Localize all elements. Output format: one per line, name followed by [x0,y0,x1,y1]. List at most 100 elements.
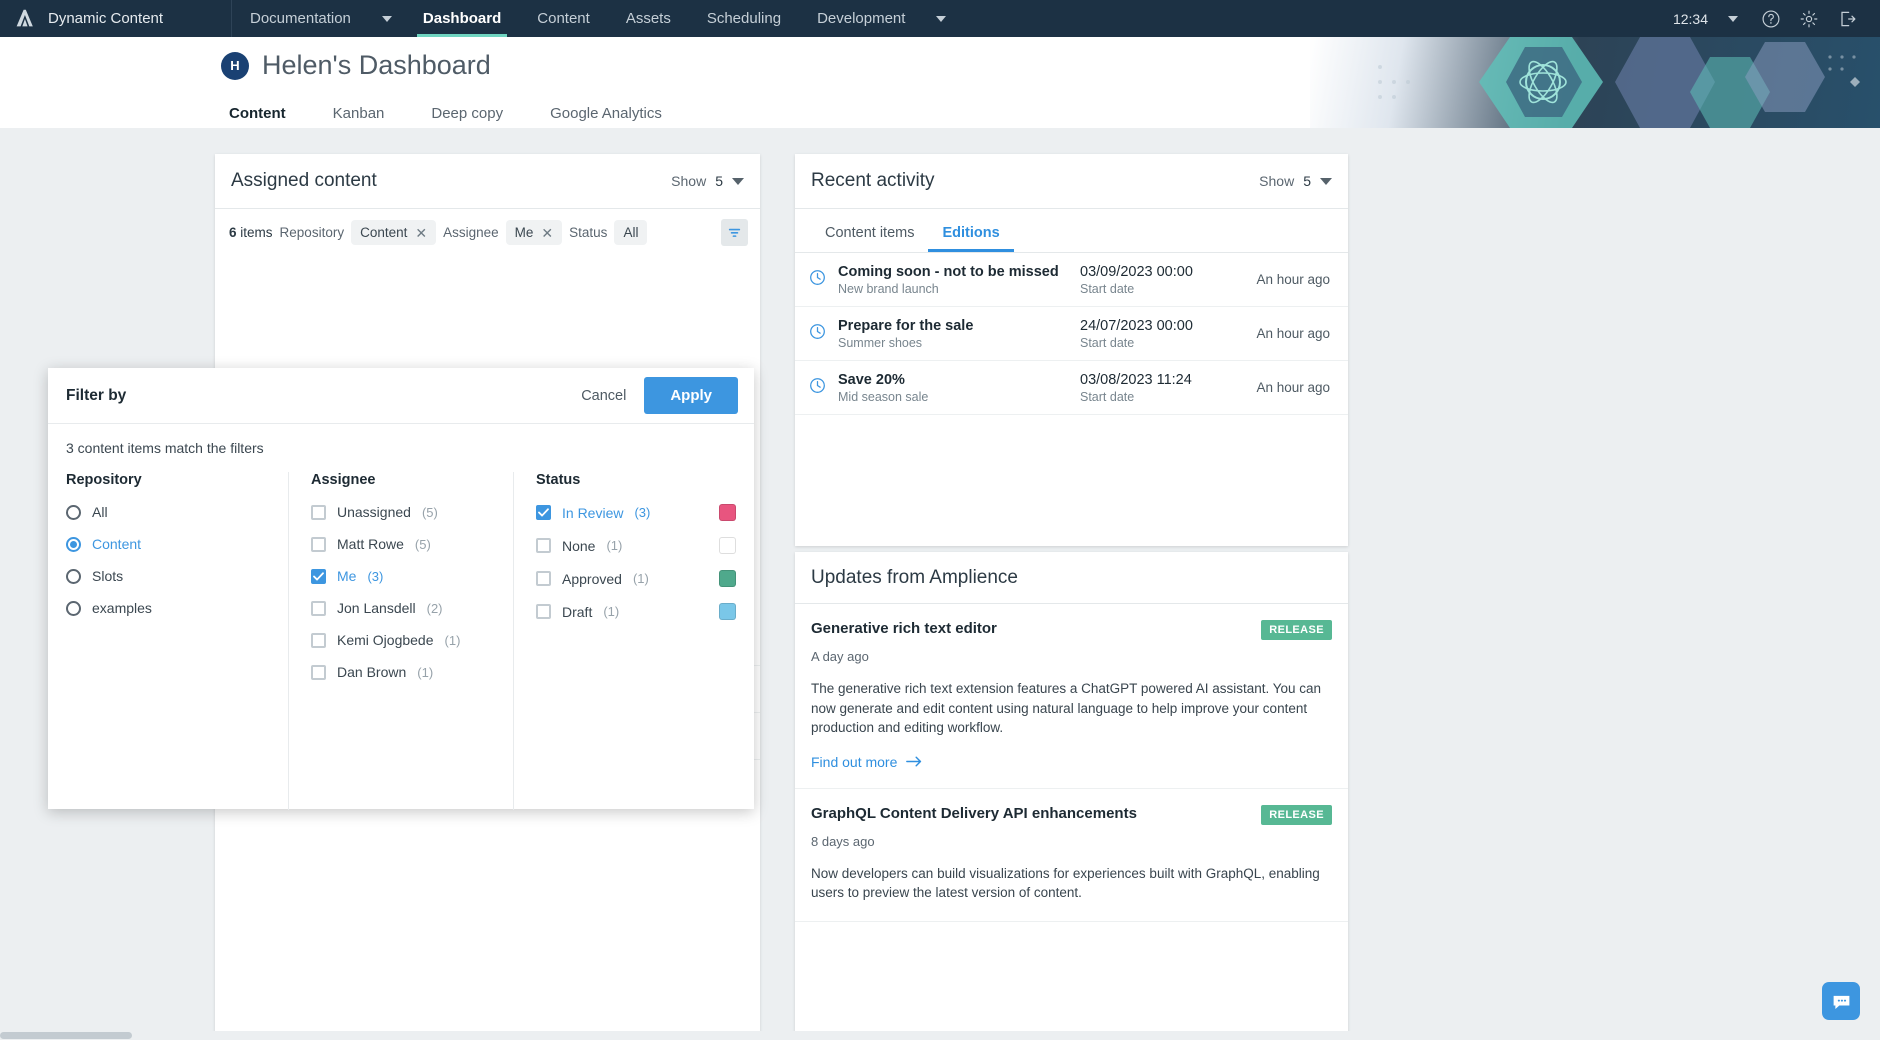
status-color-swatch [719,537,736,554]
close-icon[interactable]: ✕ [541,226,553,240]
assigned-card-title: Assigned content [231,170,377,191]
updates-card-title: Updates from Amplience [811,566,1018,588]
status-filter-chip[interactable]: All [614,220,648,245]
clock-icon [809,269,826,291]
chat-support-button[interactable] [1822,982,1860,1020]
nav-item-content[interactable]: Content [519,0,608,37]
checkbox-icon[interactable] [311,504,326,520]
activity-tabs: Content items Editions [795,209,1348,253]
option-label: Content [92,536,142,552]
assignee-option-kemi-ojogbede[interactable]: Kemi Ojogbede (1) [311,632,495,648]
repository-filter-chip[interactable]: Content ✕ [351,220,437,245]
checkbox-icon[interactable] [536,571,551,586]
repository-option-examples[interactable]: examples [66,600,270,616]
repository-option-content[interactable]: Content [66,536,270,552]
arrow-right-icon [906,756,922,767]
radio-icon[interactable] [66,568,81,584]
tab-label: Content items [825,225,915,241]
status-option-none[interactable]: None (1) [536,538,719,554]
close-icon[interactable]: ✕ [415,226,427,240]
tab-content-items[interactable]: Content items [811,225,928,252]
radio-icon[interactable] [66,600,81,616]
activity-date: 24/07/2023 00:00 [1080,317,1193,334]
tab-label: Deep copy [431,105,504,122]
dashboard-body: Assigned content Show 5 6 items Reposito… [0,128,1880,1040]
scrollbar-thumb[interactable] [0,1032,132,1039]
assignee-option-dan-brown[interactable]: Dan Brown (1) [311,664,495,680]
update-ago: 8 days ago [811,833,875,849]
chevron-down-icon [1728,15,1738,22]
help-button[interactable] [1754,0,1788,37]
checkbox-icon[interactable] [311,536,326,552]
repository-option-all[interactable]: All [66,504,270,520]
tab-kanban[interactable]: Kanban [333,105,407,128]
settings-button[interactable] [1792,0,1826,37]
update-top-row: GraphQL Content Delivery API enhancement… [811,804,1332,825]
status-option-draft[interactable]: Draft (1) [536,604,719,620]
option-count: (2) [426,600,443,616]
option-label: All [92,504,108,520]
checkbox-icon[interactable] [536,538,551,553]
logout-button[interactable] [1830,0,1864,37]
repository-option-slots[interactable]: Slots [66,568,270,584]
assigned-show-selector[interactable]: Show 5 [671,173,744,189]
activity-date-label: Start date [1080,389,1135,404]
chevron-down-icon [1320,177,1332,185]
checkbox-icon[interactable] [311,568,326,584]
assignee-option-jon-lansdell[interactable]: Jon Lansdell (2) [311,600,495,616]
list-item[interactable]: Coming soon - not to be missed New brand… [795,253,1348,307]
activity-subtitle: Mid season sale [838,389,929,404]
nav-right-group: 12:34 [1673,0,1880,37]
cancel-button[interactable]: Cancel [581,388,626,404]
brand-zone[interactable]: Dynamic Content [0,0,232,37]
amplience-logo-icon [14,8,35,29]
radio-icon[interactable] [66,504,81,520]
tab-editions[interactable]: Editions [928,225,1014,252]
activity-subtitle: Summer shoes [838,335,923,350]
check-icon [313,571,324,580]
nav-item-documentation[interactable]: Documentation [232,0,369,37]
list-item[interactable]: Prepare for the sale Summer shoes 24/07/… [795,307,1348,361]
option-count: (1) [603,604,620,619]
status-row-approved: Approved (1) [536,570,736,587]
tab-content[interactable]: Content [229,105,308,128]
tab-deep-copy[interactable]: Deep copy [431,105,525,128]
chevron-down-icon [381,15,392,22]
activity-show-selector[interactable]: Show 5 [1259,173,1332,189]
nav-development-dropdown[interactable] [923,0,959,37]
horizontal-scrollbar[interactable] [0,1031,1880,1040]
activity-title: Prepare for the sale [838,317,974,334]
gear-icon [1800,10,1818,27]
assignee-option-matt-rowe[interactable]: Matt Rowe (5) [311,536,495,552]
apply-button[interactable]: Apply [644,377,738,414]
checkbox-icon[interactable] [311,664,326,680]
hero-pattern-icon [1378,37,1860,128]
activity-main: Save 20% Mid season sale [838,372,1068,404]
nav-item-development[interactable]: Development [799,0,923,37]
chat-bubble-icon [1833,995,1849,1009]
checkbox-icon[interactable] [536,505,551,520]
activity-date-label: Start date [1080,335,1135,350]
list-item[interactable]: Save 20% Mid season sale 03/08/2023 11:2… [795,361,1348,415]
assignee-option-unassigned[interactable]: Unassigned (5) [311,504,495,520]
find-out-more-link[interactable]: Find out more [811,754,1332,770]
checkbox-icon[interactable] [311,632,326,648]
assignee-filter-chip[interactable]: Me ✕ [505,220,563,245]
update-top-row: Generative rich text editor RELEASE [811,620,1332,640]
tab-google-analytics[interactable]: Google Analytics [550,105,684,128]
checkbox-icon[interactable] [536,604,551,619]
nav-item-assets[interactable]: Assets [608,0,689,37]
assignee-option-me[interactable]: Me (3) [311,568,495,584]
checkbox-icon[interactable] [311,600,326,616]
filter-toggle-button[interactable] [721,219,748,246]
status-option-approved[interactable]: Approved (1) [536,571,719,587]
clock-dropdown-button[interactable] [1716,0,1750,37]
nav-item-scheduling[interactable]: Scheduling [689,0,799,37]
option-label: examples [92,600,152,616]
nav-item-dashboard[interactable]: Dashboard [405,0,519,37]
radio-icon[interactable] [66,536,81,552]
option-label: None [562,537,596,554]
status-option-in-review[interactable]: In Review (3) [536,505,719,521]
clock-icon [809,377,826,399]
nav-documentation-dropdown[interactable] [369,0,405,37]
